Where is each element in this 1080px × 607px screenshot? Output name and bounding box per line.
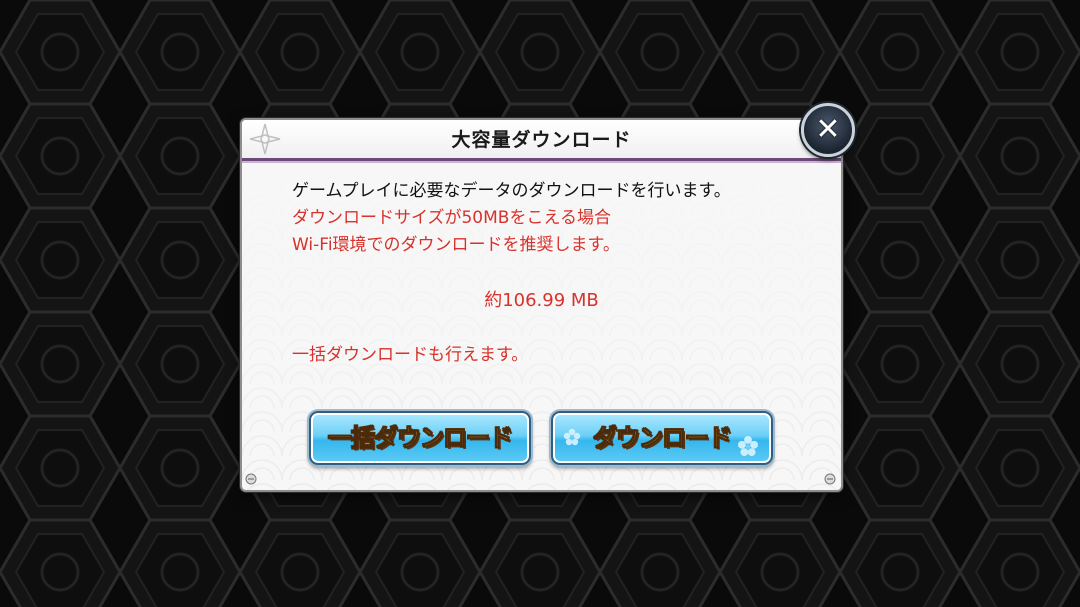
close-button[interactable]: ✕ [801,103,855,157]
bolt-icon [245,473,257,485]
close-icon: ✕ [815,112,841,147]
download-size: 約106.99 MB [484,290,599,311]
message-warning-size: ダウンロードサイズが50MBをこえる場合 [292,208,611,228]
bulk-download-button[interactable]: 一括ダウンロード [309,411,531,465]
bulk-download-label: 一括ダウンロード [328,424,514,453]
message-warning-wifi: Wi-Fi環境でのダウンロードを推奨します。 [292,235,620,255]
download-dialog: 大容量ダウンロード ゲームプレイに必要なデータのダウンロードを行います。 ダウン… [240,118,843,492]
download-button[interactable]: ダウンロード [551,411,773,465]
dialog-title: 大容量ダウンロード [451,129,632,151]
flower-icon [737,435,759,457]
bolt-icon [824,473,836,485]
title-bar: 大容量ダウンロード [242,120,841,161]
bulk-download-note: 一括ダウンロードも行えます。 [292,345,529,365]
message-info: ゲームプレイに必要なデータのダウンロードを行います。 [292,181,731,201]
